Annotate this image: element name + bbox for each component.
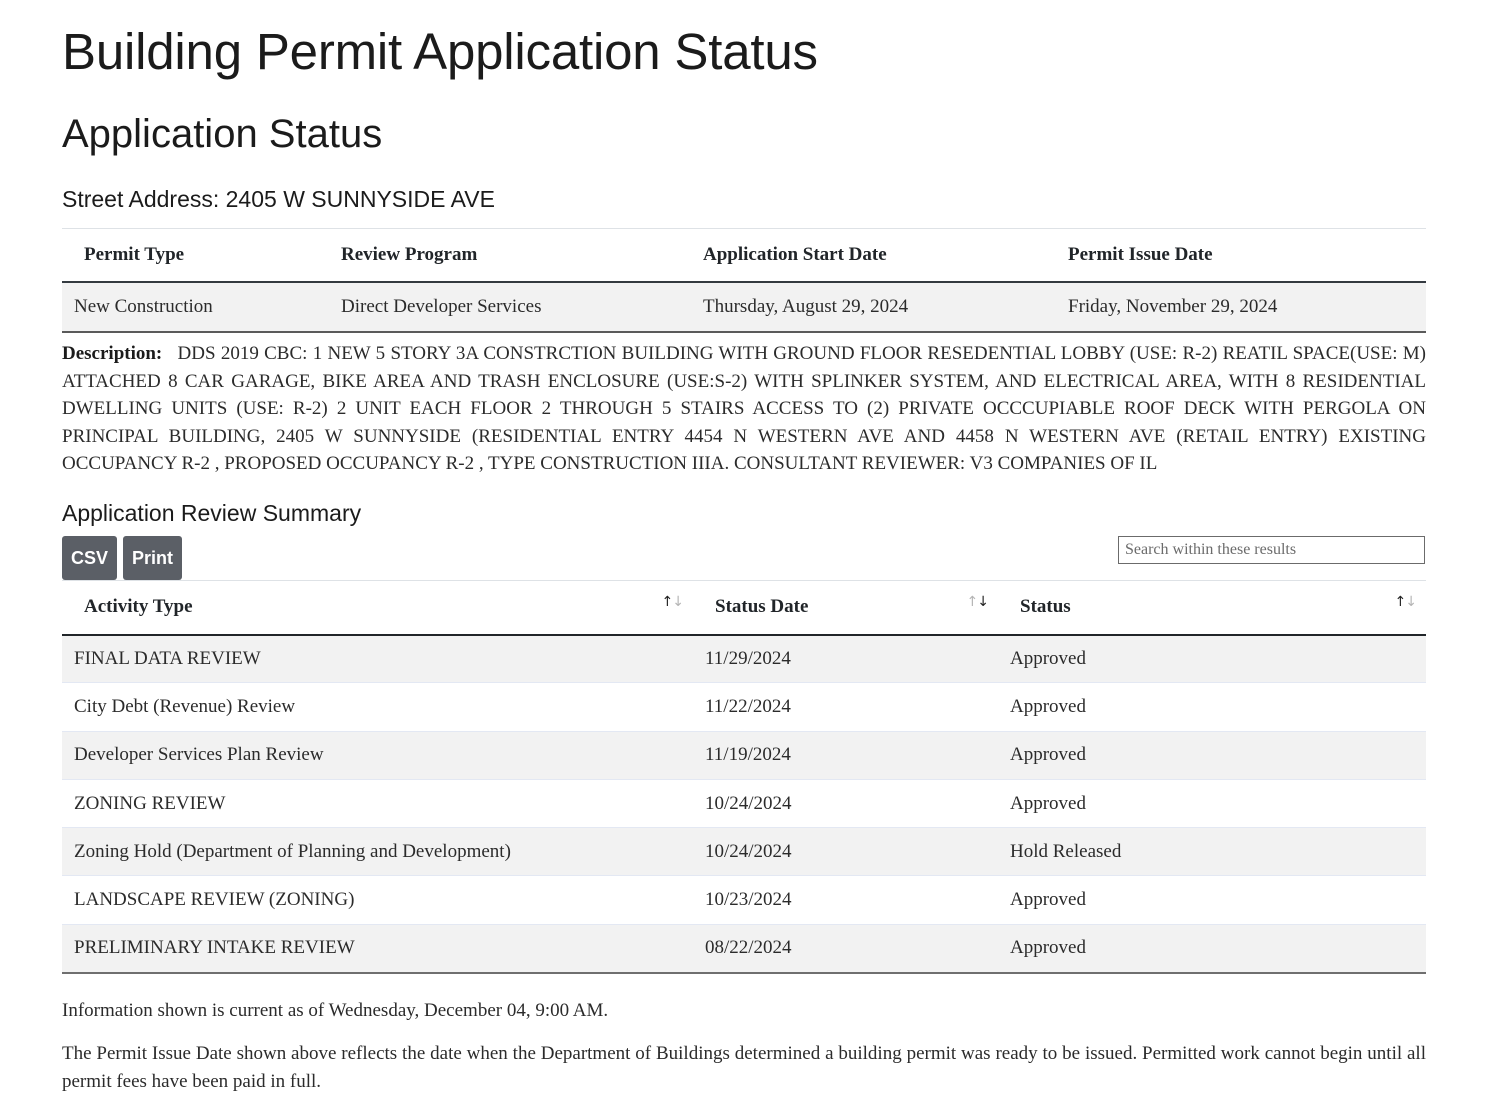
search-results-input[interactable] — [1118, 536, 1425, 564]
status-date-cell: 11/19/2024 — [693, 730, 998, 780]
header-review-program: Review Program — [329, 228, 691, 283]
table-row: PRELIMINARY INTAKE REVIEW 08/22/2024 App… — [62, 923, 1426, 974]
status-date-cell: 11/22/2024 — [693, 682, 998, 732]
status-date-cell: 10/23/2024 — [693, 875, 998, 925]
street-address: Street Address: 2405 W SUNNYSIDE AVE — [62, 186, 495, 212]
table-row: LANDSCAPE REVIEW (ZONING) 10/23/2024 App… — [62, 875, 1426, 925]
permit-info-header-row: Permit Type Review Program Application S… — [62, 228, 1426, 283]
activity-type-cell: LANDSCAPE REVIEW (ZONING) — [62, 875, 693, 925]
activity-type-cell: City Debt (Revenue) Review — [62, 682, 693, 732]
description-text: DDS 2019 CBC: 1 NEW 5 STORY 3A CONSTRCTI… — [62, 343, 1426, 474]
activity-type-cell: ZONING REVIEW — [62, 778, 693, 828]
status-cell: Approved — [998, 682, 1426, 732]
sort-down-arrow-icon: ↓ — [977, 594, 989, 610]
column-header-activity-type[interactable]: Activity Type ↑↓ — [62, 580, 693, 636]
table-row: Zoning Hold (Department of Planning and … — [62, 827, 1426, 876]
print-button[interactable]: Print — [123, 536, 182, 580]
sort-toggle-status[interactable]: ↑↓ — [1394, 594, 1417, 610]
permit-info-row: New Construction Direct Developer Servic… — [62, 281, 1426, 333]
status-date-cell: 11/29/2024 — [693, 633, 998, 683]
status-cell: Hold Released — [998, 827, 1426, 876]
application-start-date-value: Thursday, August 29, 2024 — [691, 281, 1056, 333]
description-label: Description: — [62, 343, 163, 364]
activity-type-cell: Zoning Hold (Department of Planning and … — [62, 827, 693, 876]
review-summary-title: Application Review Summary — [62, 500, 362, 526]
header-application-start-date: Application Start Date — [691, 228, 1056, 283]
review-program-value: Direct Developer Services — [329, 281, 691, 333]
status-cell: Approved — [998, 875, 1426, 925]
status-date-cell: 10/24/2024 — [693, 827, 998, 876]
page-title: Building Permit Application Status — [62, 23, 818, 80]
activity-type-cell: Developer Services Plan Review — [62, 730, 693, 780]
review-header-row: Activity Type ↑↓ Status Date ↑↓ Status ↑… — [62, 580, 1426, 636]
permit-type-value: New Construction — [62, 281, 329, 333]
permit-issue-date-value: Friday, November 29, 2024 — [1056, 281, 1426, 333]
sort-up-arrow-icon: ↑ — [966, 594, 979, 610]
sort-up-arrow-icon: ↑ — [1394, 594, 1407, 610]
column-header-status[interactable]: Status ↑↓ — [998, 580, 1426, 636]
table-row: City Debt (Revenue) Review 11/22/2024 Ap… — [62, 682, 1426, 732]
review-summary-table: Activity Type ↑↓ Status Date ↑↓ Status ↑… — [62, 580, 1426, 974]
table-row: FINAL DATA REVIEW 11/29/2024 Approved — [62, 633, 1426, 683]
column-header-status-date[interactable]: Status Date ↑↓ — [693, 580, 998, 636]
status-cell: Approved — [998, 633, 1426, 683]
data-current-as-of: Information shown is current as of Wedne… — [62, 1000, 609, 1021]
column-label-status: Status — [1020, 596, 1071, 618]
sort-down-arrow-icon: ↓ — [672, 594, 684, 610]
activity-type-cell: PRELIMINARY INTAKE REVIEW — [62, 923, 693, 974]
sort-up-arrow-icon: ↑ — [661, 594, 674, 610]
column-label-activity-type: Activity Type — [84, 596, 193, 618]
header-permit-type: Permit Type — [62, 228, 329, 283]
status-date-cell: 08/22/2024 — [693, 923, 998, 974]
status-cell: Approved — [998, 923, 1426, 974]
table-row: ZONING REVIEW 10/24/2024 Approved — [62, 778, 1426, 828]
header-permit-issue-date: Permit Issue Date — [1056, 228, 1426, 283]
table-row: Developer Services Plan Review 11/19/202… — [62, 730, 1426, 780]
sort-down-arrow-icon: ↓ — [1405, 594, 1417, 610]
section-title: Application Status — [62, 112, 383, 156]
column-label-status-date: Status Date — [715, 596, 809, 618]
permit-info-table: Permit Type Review Program Application S… — [62, 228, 1426, 333]
activity-type-cell: FINAL DATA REVIEW — [62, 633, 693, 683]
sort-toggle-activity-type[interactable]: ↑↓ — [661, 594, 684, 610]
permit-issue-disclaimer: The Permit Issue Date shown above reflec… — [62, 1043, 1426, 1092]
sort-toggle-status-date[interactable]: ↑↓ — [966, 594, 989, 610]
status-cell: Approved — [998, 778, 1426, 828]
csv-export-button[interactable]: CSV — [62, 536, 117, 580]
status-date-cell: 10/24/2024 — [693, 778, 998, 828]
status-cell: Approved — [998, 730, 1426, 780]
description: Description: DDS 2019 CBC: 1 NEW 5 STORY… — [62, 340, 1426, 478]
